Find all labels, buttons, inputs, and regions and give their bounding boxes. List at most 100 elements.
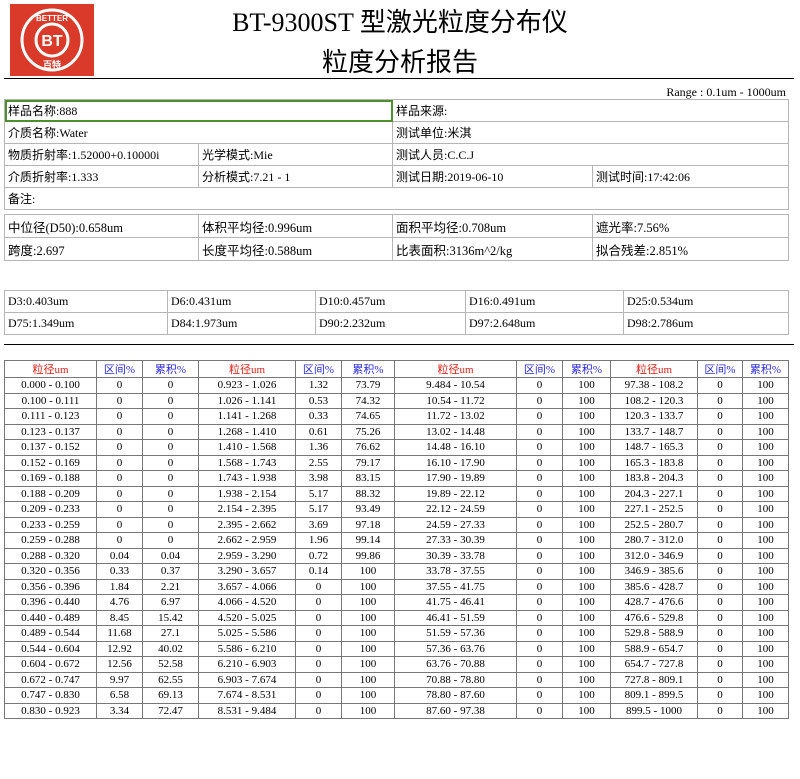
size-range-cell: 27.33 - 30.39 [394,532,517,549]
cumulative-percent-cell: 73.79 [341,377,395,394]
cumulative-percent-cell: 40.02 [142,640,199,657]
interval-percent-cell: 0 [516,408,563,425]
interval-percent-cell: 6.58 [96,687,143,704]
cumulative-percent-cell: 100 [341,656,395,673]
interval-percent-cell: 3.34 [96,702,143,719]
interval-percent-cell: 9.97 [96,671,143,688]
cumulative-percent-cell: 100 [341,563,395,580]
cumulative-percent-cell: 0 [142,501,199,518]
cumulative-percent-cell: 100 [742,625,789,642]
interval-percent-cell: 0 [295,625,342,642]
cumulative-percent-cell: 100 [562,470,611,487]
table-row: 0.209 - 0.233 0 0 2.154 - 2.395 5.17 93.49 22.… [4,501,789,518]
cumulative-percent-cell: 100 [341,702,395,719]
interval-percent-cell: 0 [516,377,563,394]
interval-percent-cell: 0 [697,547,743,564]
cumulative-percent-cell: 100 [562,609,611,626]
interval-percent-cell: 0 [96,439,143,456]
cumulative-percent-cell: 0 [142,392,199,409]
remark-field: 备注: [4,187,789,210]
percentile-d90: D90:2.232um [315,312,466,335]
table-row: 0.830 - 0.923 3.34 72.47 8.531 - 9.484 0 100 8… [4,702,789,719]
cumulative-percent-cell: 99.86 [341,547,395,564]
cumulative-percent-cell: 99.14 [341,532,395,549]
table-row: 0.747 - 0.830 6.58 69.13 7.674 - 8.531 0 100 7… [4,687,789,704]
interval-percent-cell: 1.36 [295,439,342,456]
cumulative-percent-cell: 27.1 [142,625,199,642]
cumulative-percent-cell: 83.15 [341,470,395,487]
cumulative-percent-cell: 100 [562,392,611,409]
size-range-cell: 0.356 - 0.396 [4,578,97,595]
interval-percent-cell: 11.68 [96,625,143,642]
interval-percent-cell: 0 [96,408,143,425]
size-range-cell: 17.90 - 19.89 [394,470,517,487]
size-range-cell: 727.8 - 809.1 [610,671,698,688]
size-range-cell: 6.210 - 6.903 [198,656,296,673]
cumulative-percent-cell: 100 [742,408,789,425]
sample-name-field[interactable]: 样品名称:888 [4,99,393,122]
test-unit-field: 测试单位:米淇 [392,121,789,144]
interval-percent-cell: 0.53 [295,392,342,409]
cumulative-percent-cell: 100 [562,532,611,549]
size-range-cell: 148.7 - 165.3 [610,439,698,456]
cumulative-percent-cell: 93.49 [341,501,395,518]
size-range-cell: 183.8 - 204.3 [610,470,698,487]
size-range-cell: 428.7 - 476.6 [610,594,698,611]
size-range-cell: 0.137 - 0.152 [4,439,97,456]
cumulative-percent-cell: 100 [562,501,611,518]
cumulative-percent-cell: 100 [742,656,789,673]
d50-stat: 中位径(D50):0.658um [4,214,199,238]
size-range-cell: 1.026 - 1.141 [198,392,296,409]
size-range-cell: 0.288 - 0.320 [4,547,97,564]
interval-percent-cell: 0 [516,625,563,642]
size-range-cell: 0.604 - 0.672 [4,656,97,673]
size-range-cell: 0.747 - 0.830 [4,687,97,704]
fit-residual-stat: 拟合残差:2.851% [592,237,789,261]
col-header-size: 粒径um [4,360,97,378]
cumulative-percent-cell: 100 [562,671,611,688]
table-row: 0.137 - 0.152 0 0 1.410 - 1.568 1.36 76.62 14.… [4,439,789,456]
col-header-interval: 区间% [516,360,563,378]
size-range-cell: 33.78 - 37.55 [394,563,517,580]
col-header-size: 粒径um [610,360,698,378]
interval-percent-cell: 0 [516,532,563,549]
interval-percent-cell: 0 [697,563,743,580]
size-range-cell: 108.2 - 120.3 [610,392,698,409]
interval-percent-cell: 8.45 [96,609,143,626]
cumulative-percent-cell: 100 [742,671,789,688]
cumulative-percent-cell: 76.62 [341,439,395,456]
size-range-cell: 133.7 - 148.7 [610,423,698,440]
cumulative-percent-cell: 100 [742,578,789,595]
size-range-cell: 312.0 - 346.9 [610,547,698,564]
interval-percent-cell: 2.55 [295,454,342,471]
size-range-cell: 2.959 - 3.290 [198,547,296,564]
size-range-cell: 280.7 - 312.0 [610,532,698,549]
section-divider [4,344,794,345]
percentile-d84: D84:1.973um [167,312,316,335]
table-row: 0.396 - 0.440 4.76 6.97 4.066 - 4.520 0 100 41… [4,594,789,611]
percentile-d6: D6:0.431um [167,290,316,313]
interval-percent-cell: 0 [96,454,143,471]
interval-percent-cell: 0 [295,671,342,688]
cumulative-percent-cell: 100 [562,454,611,471]
cumulative-percent-cell: 100 [341,609,395,626]
interval-percent-cell: 12.92 [96,640,143,657]
percentile-table: D3:0.403um D6:0.431um D10:0.457um D16:0.… [4,290,789,335]
interval-percent-cell: 0 [516,501,563,518]
interval-percent-cell: 0.33 [96,563,143,580]
size-range-cell: 4.520 - 5.025 [198,609,296,626]
interval-percent-cell: 0 [697,609,743,626]
size-range-cell: 0.000 - 0.100 [4,377,97,394]
cumulative-percent-cell: 100 [562,656,611,673]
interval-percent-cell: 0 [516,516,563,533]
cumulative-percent-cell: 0 [142,439,199,456]
cumulative-percent-cell: 100 [742,702,789,719]
col-header-interval: 区间% [697,360,743,378]
cumulative-percent-cell: 100 [562,408,611,425]
size-range-cell: 0.100 - 0.111 [4,392,97,409]
size-range-cell: 0.111 - 0.123 [4,408,97,425]
interval-percent-cell: 0 [697,702,743,719]
size-range-cell: 0.489 - 0.544 [4,625,97,642]
col-header-cumulative: 累积% [742,360,789,378]
cumulative-percent-cell: 0.04 [142,547,199,564]
